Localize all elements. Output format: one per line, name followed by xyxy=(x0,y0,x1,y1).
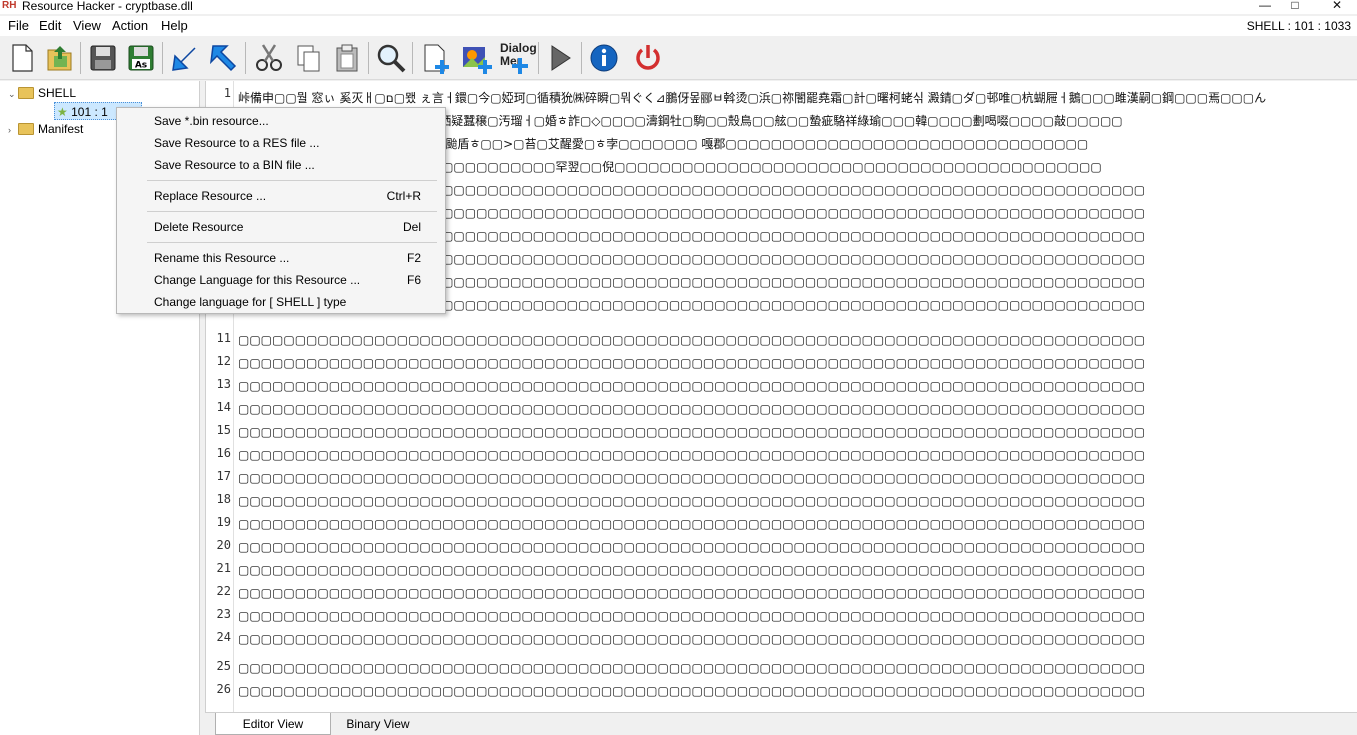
line-number: 15 xyxy=(216,423,231,437)
menu-view[interactable]: View xyxy=(73,18,101,34)
code-line[interactable]: ▢▢▢▢▢▢▢▢▢▢▢▢▢▢▢▢▢▢▢▢▢▢▢▢▢▢▢▢▢▢▢▢▢▢▢▢▢▢▢▢… xyxy=(238,444,1353,466)
paste-icon[interactable] xyxy=(329,40,365,76)
code-line[interactable]: ▢▢▢▢▢▢▢▢▢▢▢▢▢▢▢▢▢▢▢▢▢▢▢▢▢▢▢▢▢▢▢▢▢▢▢▢▢▢▢▢… xyxy=(238,329,1353,351)
line-number: 26 xyxy=(216,682,231,696)
code-line[interactable]: ▢▢▢▢▢▢▢▢▢▢▢▢▢▢▢▢▢▢▢▢▢▢▢▢▢▢▢▢▢▢▢▢▢▢▢▢▢▢▢▢… xyxy=(238,559,1353,581)
tree-node-label: SHELL xyxy=(38,86,77,100)
save-as-icon[interactable]: As xyxy=(123,40,159,76)
line-number: 20 xyxy=(216,538,231,552)
menu-item-rename-resource[interactable]: Rename this Resource ... F2 xyxy=(117,247,445,269)
chevron-down-icon[interactable]: ⌄ xyxy=(8,85,18,103)
add-image-icon[interactable] xyxy=(458,40,494,76)
code-line[interactable]: 峠備申▢▢뭘 窓ぃ 奚灭ㅐ▢ם▢뫴 ぇ言ㅓ鐶▢今▢婭珂▢循積狁㈱碎瞬▢뭐ぐく⊿鵬… xyxy=(238,87,1353,109)
code-line[interactable]: ▢▢▢▢▢▢▢▢▢▢▢▢▢▢▢▢▢▢▢▢▢▢▢▢▢▢▢▢▢▢▢▢▢▢▢▢▢▢▢▢… xyxy=(238,628,1353,650)
line-number: 25 xyxy=(216,659,231,673)
open-icon[interactable] xyxy=(42,40,78,76)
find-icon[interactable] xyxy=(373,40,409,76)
add-resource-icon[interactable] xyxy=(418,40,454,76)
menu-edit[interactable]: Edit xyxy=(39,18,61,34)
line-number: 13 xyxy=(216,377,231,391)
svg-text:As: As xyxy=(135,61,147,71)
code-line[interactable]: ▢▢▢▢▢▢▢▢▢▢▢▢▢▢▢▢▢▢▢▢▢▢▢▢▢▢▢▢▢▢▢▢▢▢▢▢▢▢▢▢… xyxy=(238,536,1353,558)
resource-hacker-window: RH Resource Hacker - cryptbase.dll — □ ✕… xyxy=(0,0,1357,735)
menu-item-replace-resource[interactable]: Replace Resource ... Ctrl+R xyxy=(117,185,445,207)
toolbar-separator xyxy=(412,42,413,74)
view-tabs: Editor View Binary View xyxy=(205,712,1357,735)
menu-item-change-language[interactable]: Change Language for this Resource ... F6 xyxy=(117,269,445,291)
toolbar-separator xyxy=(538,42,539,74)
code-line[interactable]: ▢▢▢▢▢▢▢▢▢▢▢▢▢▢▢▢▢▢▢▢▢▢▢▢▢▢▢▢▢▢▢▢▢▢▢▢▢▢▢▢… xyxy=(238,352,1353,374)
tree-node-label: Manifest xyxy=(38,122,84,136)
code-line[interactable]: ▢▢▢▢▢▢▢▢▢▢▢▢▢▢▢▢▢▢▢▢▢▢▢▢▢▢▢▢▢▢▢▢▢▢▢▢▢▢▢▢… xyxy=(238,467,1353,489)
line-number: 24 xyxy=(216,630,231,644)
chevron-right-icon[interactable]: › xyxy=(8,121,18,139)
power-icon[interactable] xyxy=(630,40,666,76)
line-number: 16 xyxy=(216,446,231,460)
context-menu: Save *.bin resource... Save Resource to … xyxy=(116,107,446,314)
code-line[interactable]: ▢▢▢▢▢▢▢▢▢▢▢▢▢▢▢▢▢▢▢▢▢▢▢▢▢▢▢▢▢▢▢▢▢▢▢▢▢▢▢▢… xyxy=(238,680,1353,702)
code-line[interactable]: ▢▢▢▢▢▢▢▢▢▢▢▢▢▢▢▢▢▢▢▢▢▢▢▢▢▢▢▢▢▢▢▢▢▢▢▢▢▢▢▢… xyxy=(238,398,1353,420)
dialog-merger-icon[interactable] xyxy=(506,56,534,76)
arrow-back-icon[interactable] xyxy=(167,40,203,76)
info-icon[interactable] xyxy=(586,40,622,76)
window-title: Resource Hacker - cryptbase.dll xyxy=(22,0,193,13)
line-number: 22 xyxy=(216,584,231,598)
maximize-button[interactable]: □ xyxy=(1285,0,1305,12)
line-number: 12 xyxy=(216,354,231,368)
toolbar-separator xyxy=(368,42,369,74)
star-icon: ★ xyxy=(57,105,68,119)
toolbar: As Dialog Mer xyxy=(0,36,1357,80)
minimize-button[interactable]: — xyxy=(1255,0,1275,12)
menu-action[interactable]: Action xyxy=(112,18,148,34)
line-number: 17 xyxy=(216,469,231,483)
folder-icon xyxy=(18,87,34,99)
code-line[interactable]: ▢▢▢▢▢▢▢▢▢▢▢▢▢▢▢▢▢▢▢▢▢▢▢▢▢▢▢▢▢▢▢▢▢▢▢▢▢▢▢▢… xyxy=(238,513,1353,535)
code-line[interactable]: ▢▢▢▢▢▢▢▢▢▢▢▢▢▢▢▢▢▢▢▢▢▢▢▢▢▢▢▢▢▢▢▢▢▢▢▢▢▢▢▢… xyxy=(238,490,1353,512)
app-logo: RH xyxy=(2,0,17,11)
line-number: 14 xyxy=(216,400,231,414)
menu-item-save-bin-file[interactable]: Save Resource to a BIN file ... xyxy=(117,154,445,176)
menu-help[interactable]: Help xyxy=(161,18,188,34)
title-bar: RH Resource Hacker - cryptbase.dll — □ ✕ xyxy=(0,0,1357,14)
folder-icon xyxy=(18,123,34,135)
close-button[interactable]: ✕ xyxy=(1327,0,1347,12)
code-line[interactable]: ▢▢▢▢▢▢▢▢▢▢▢▢▢▢▢▢▢▢▢▢▢▢▢▢▢▢▢▢▢▢▢▢▢▢▢▢▢▢▢▢… xyxy=(238,421,1353,443)
tab-binary-view[interactable]: Binary View xyxy=(333,713,423,735)
menu-item-change-type-language[interactable]: Change language for [ SHELL ] type xyxy=(117,291,445,313)
toolbar-separator xyxy=(162,42,163,74)
menu-item-save-res[interactable]: Save Resource to a RES file ... xyxy=(117,132,445,154)
menu-item-delete-resource[interactable]: Delete Resource Del xyxy=(117,216,445,238)
menu-separator xyxy=(147,180,437,181)
menu-file[interactable]: File xyxy=(8,18,29,34)
menu-separator xyxy=(147,242,437,243)
code-line[interactable]: ▢▢▢▢▢▢▢▢▢▢▢▢▢▢▢▢▢▢▢▢▢▢▢▢▢▢▢▢▢▢▢▢▢▢▢▢▢▢▢▢… xyxy=(238,657,1353,679)
line-number: 19 xyxy=(216,515,231,529)
menu-item-save-bin[interactable]: Save *.bin resource... xyxy=(117,110,445,132)
toolbar-separator xyxy=(80,42,81,74)
new-file-icon[interactable] xyxy=(4,40,40,76)
resource-id-status: SHELL : 101 : 1033 xyxy=(1246,19,1351,33)
tree-node-shell[interactable]: ⌄ SHELL xyxy=(8,84,76,102)
tree-node-manifest[interactable]: › Manifest xyxy=(8,120,83,138)
toolbar-separator xyxy=(245,42,246,74)
copy-icon[interactable] xyxy=(290,40,326,76)
code-line[interactable]: ▢▢▢▢▢▢▢▢▢▢▢▢▢▢▢▢▢▢▢▢▢▢▢▢▢▢▢▢▢▢▢▢▢▢▢▢▢▢▢▢… xyxy=(238,375,1353,397)
toolbar-separator xyxy=(581,42,582,74)
line-number: 1 xyxy=(223,86,231,100)
tab-editor-view[interactable]: Editor View xyxy=(215,713,331,735)
tree-node-label: 101 : 1 xyxy=(71,105,108,119)
save-icon[interactable] xyxy=(85,40,121,76)
menu-separator xyxy=(147,211,437,212)
code-line[interactable]: ▢▢▢▢▢▢▢▢▢▢▢▢▢▢▢▢▢▢▢▢▢▢▢▢▢▢▢▢▢▢▢▢▢▢▢▢▢▢▢▢… xyxy=(238,605,1353,627)
arrow-forward-icon[interactable] xyxy=(205,40,241,76)
line-number: 18 xyxy=(216,492,231,506)
cut-icon[interactable] xyxy=(251,40,287,76)
line-number: 21 xyxy=(216,561,231,575)
play-icon[interactable] xyxy=(542,40,578,76)
line-number: 11 xyxy=(216,331,231,345)
menu-bar: File Edit View Action Help SHELL : 101 :… xyxy=(0,16,1357,36)
code-line[interactable]: ▢▢▢▢▢▢▢▢▢▢▢▢▢▢▢▢▢▢▢▢▢▢▢▢▢▢▢▢▢▢▢▢▢▢▢▢▢▢▢▢… xyxy=(238,582,1353,604)
line-number: 23 xyxy=(216,607,231,621)
